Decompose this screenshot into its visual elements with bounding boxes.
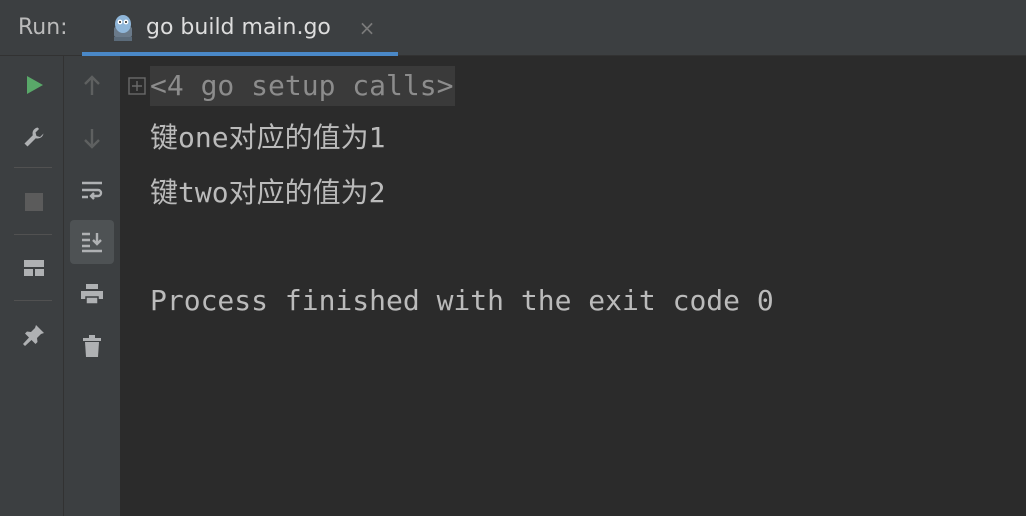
scroll-to-end-icon: [82, 232, 102, 253]
run-tool-window: Run: go build main.go × <4 go setup call…: [0, 0, 1026, 516]
play-icon: [27, 76, 43, 94]
console-output[interactable]: <4 go setup calls> 键one对应的值为1 键two对应的值为2…: [121, 56, 1026, 516]
tab-label: go build main.go: [146, 15, 331, 40]
soft-wrap-button[interactable]: [70, 168, 114, 212]
stop-button[interactable]: [12, 180, 56, 224]
arrow-down-icon: [84, 129, 100, 149]
down-stack-trace-button[interactable]: [70, 116, 114, 160]
process-exit-message: Process finished with the exit code 0: [150, 284, 774, 317]
layout-icon: [24, 260, 44, 276]
run-panel-header: Run: go build main.go ×: [0, 0, 1026, 56]
soft-wrap-icon: [82, 181, 103, 200]
clear-all-button[interactable]: [70, 324, 114, 368]
print-button[interactable]: [70, 272, 114, 316]
toolbar-separator: [14, 300, 52, 301]
tab-go-build-main[interactable]: go build main.go ×: [82, 0, 398, 56]
toolbar-separator: [14, 234, 52, 235]
pin-tab-button[interactable]: [12, 313, 56, 357]
console-line: 键two对应的值为2: [150, 176, 386, 209]
rerun-button[interactable]: [12, 63, 56, 107]
collapsed-setup-calls[interactable]: <4 go setup calls>: [150, 66, 456, 106]
gopher-icon: [114, 15, 132, 41]
printer-icon: [81, 284, 103, 305]
up-stack-trace-button[interactable]: [70, 64, 114, 108]
run-panel-title: Run:: [18, 15, 68, 40]
wrench-icon: [24, 127, 44, 147]
pin-icon: [23, 325, 44, 346]
toolbar-separator: [14, 167, 52, 168]
scroll-to-end-button[interactable]: [70, 220, 114, 264]
stop-icon: [25, 193, 43, 211]
expand-icon[interactable]: [128, 77, 146, 95]
console-toolbar: [64, 56, 121, 516]
close-icon[interactable]: ×: [358, 14, 376, 42]
run-toolbar: [0, 56, 64, 516]
trash-icon: [83, 335, 101, 357]
console-line: 键one对应的值为1: [150, 121, 386, 154]
restore-layout-button[interactable]: [12, 246, 56, 290]
arrow-up-icon: [84, 75, 100, 95]
edit-configuration-button[interactable]: [12, 115, 56, 159]
